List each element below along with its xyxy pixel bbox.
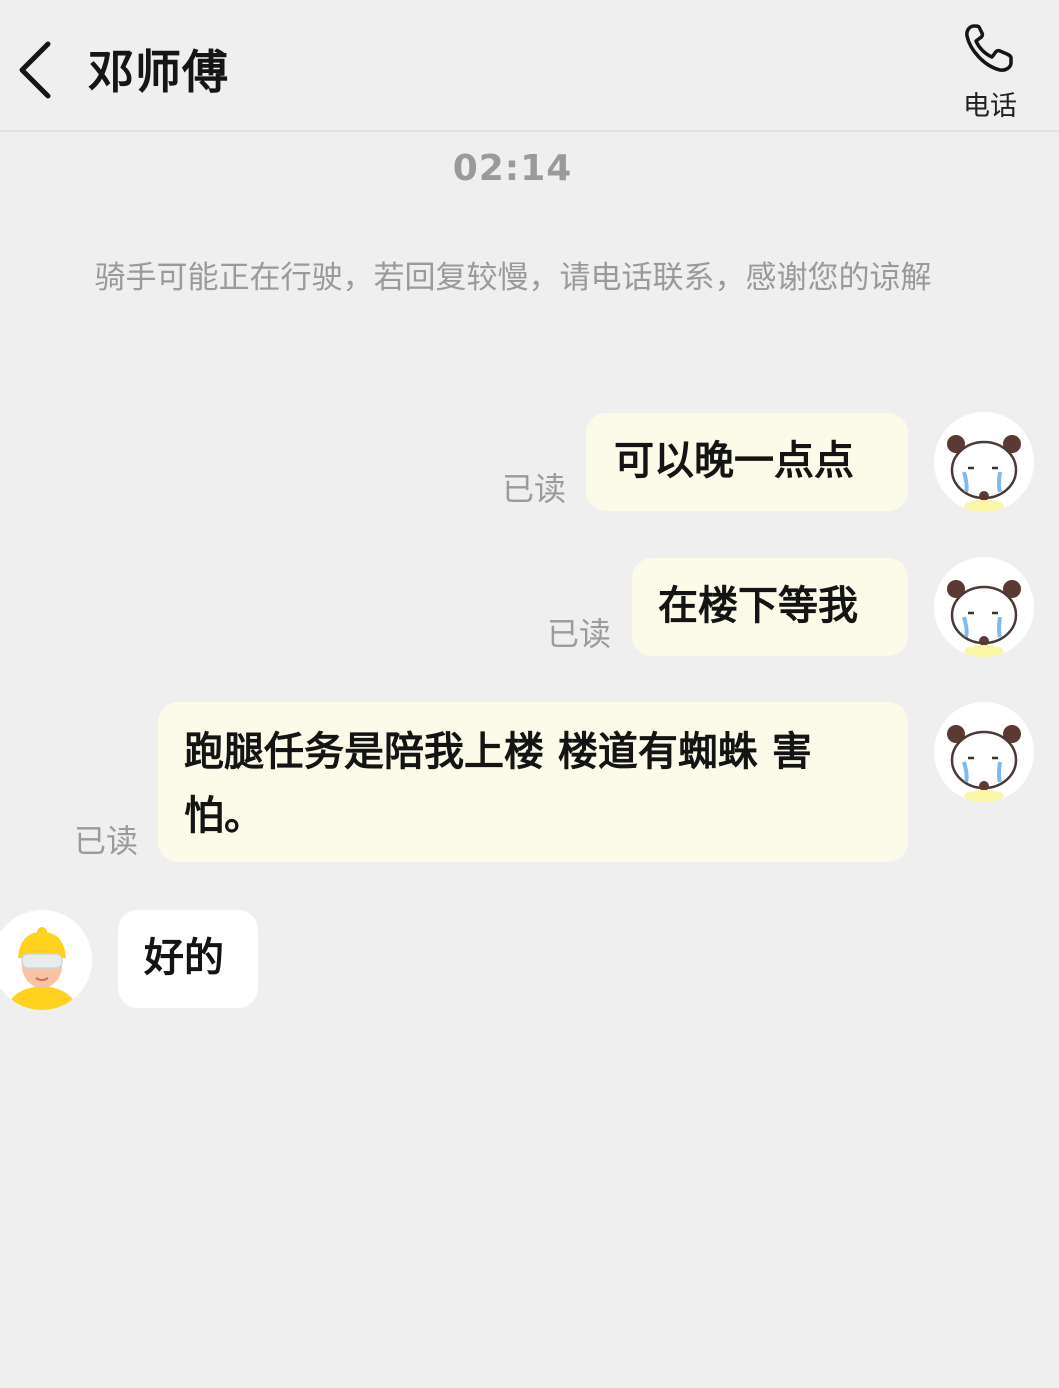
my-avatar[interactable] <box>934 702 1034 802</box>
read-receipt: 已读 <box>547 615 612 653</box>
system-notice: 骑手可能正在行驶，若回复较慢，请电话联系，感谢您的谅解 <box>94 260 932 296</box>
my-avatar[interactable] <box>934 412 1034 512</box>
message-bubble-mine[interactable]: 可以晚一点点 <box>586 413 908 511</box>
message-bubble-mine[interactable]: 在楼下等我 <box>632 558 908 656</box>
rider-helmet-avatar-icon <box>0 910 92 1010</box>
message-bubble-theirs[interactable]: 好的 <box>118 910 258 1008</box>
panda-sticker-avatar-icon <box>947 435 1021 512</box>
message-text: 好的 <box>144 935 224 981</box>
read-receipt: 已读 <box>74 822 139 860</box>
panda-sticker-avatar-icon <box>947 725 1021 802</box>
read-receipt: 已读 <box>502 470 567 508</box>
message-bubble-mine[interactable]: 跑腿任务是陪我上楼 楼道有蜘蛛 害怕。 <box>158 702 908 862</box>
panda-sticker-avatar-icon <box>947 580 1021 657</box>
message-text: 在楼下等我 <box>658 583 858 629</box>
message-timestamp: 02:14 <box>452 148 573 189</box>
phone-label: 电话 <box>963 91 1017 122</box>
phone-call-button[interactable]: 电话 <box>950 18 1030 128</box>
chat-header: 邓师傅 电话 <box>0 0 1059 132</box>
back-button[interactable] <box>12 38 62 102</box>
message-text: 跑腿任务是陪我上楼 楼道有蜘蛛 害怕。 <box>184 729 812 839</box>
chevron-left-icon <box>19 41 51 99</box>
rider-avatar[interactable] <box>0 910 92 1010</box>
message-text: 可以晚一点点 <box>614 438 854 484</box>
my-avatar[interactable] <box>934 557 1034 657</box>
phone-icon <box>965 24 1013 72</box>
contact-name: 邓师傅 <box>88 45 229 99</box>
